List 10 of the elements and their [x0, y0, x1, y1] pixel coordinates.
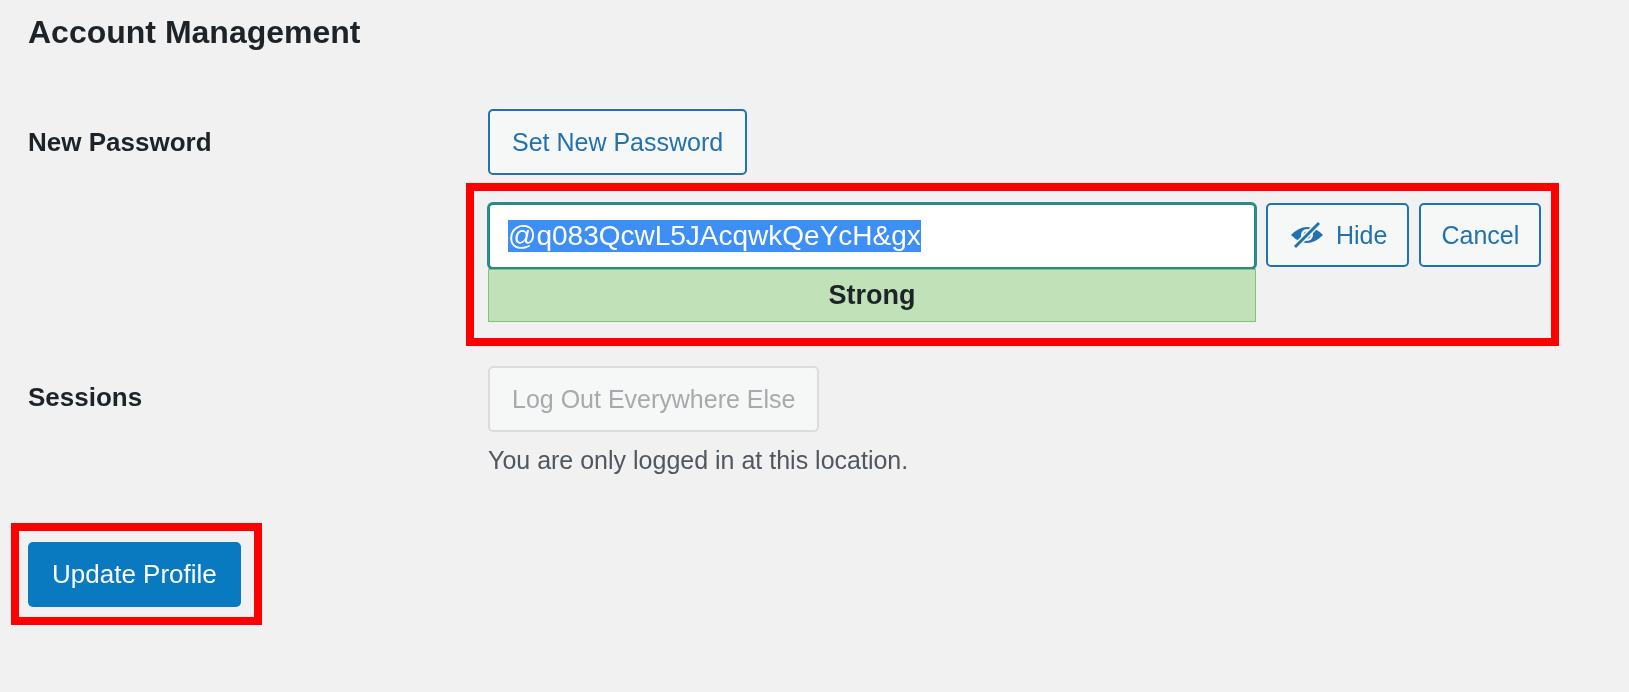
cancel-button[interactable]: Cancel: [1419, 203, 1542, 267]
session-note: You are only logged in at this location.: [488, 446, 909, 475]
password-field[interactable]: @q083QcwL5JAcqwkQeYcH&gx: [488, 203, 1256, 269]
update-profile-button[interactable]: Update Profile: [28, 542, 241, 607]
set-password-button[interactable]: Set New Password: [488, 109, 748, 175]
field-label: New Password: [27, 126, 213, 159]
section-heading: Account Management: [27, 13, 362, 52]
field-label: Sessions: [27, 381, 144, 414]
strength-meter: Strong: [488, 269, 1256, 322]
hide-button[interactable]: Hide: [1266, 203, 1410, 267]
